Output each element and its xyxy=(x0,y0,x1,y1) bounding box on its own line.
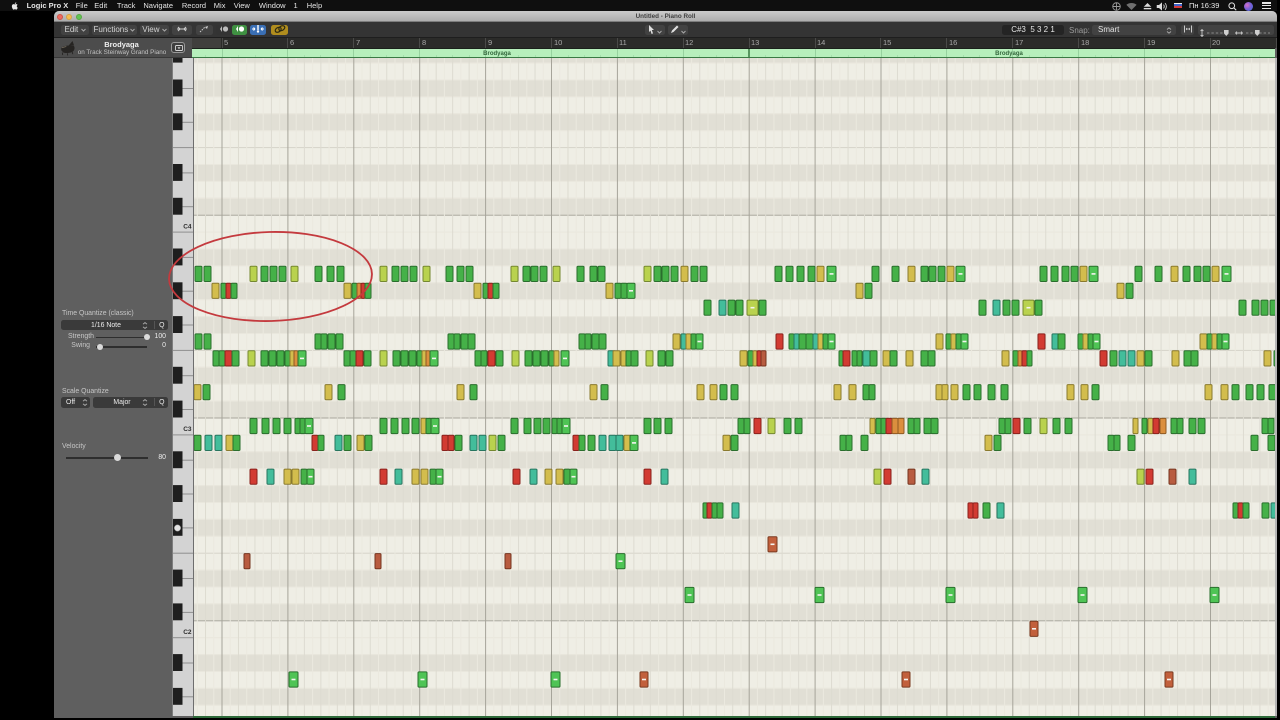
svg-text:C2: C2 xyxy=(183,629,192,636)
svg-text:C3: C3 xyxy=(183,426,192,433)
svg-text:C4: C4 xyxy=(183,223,192,230)
